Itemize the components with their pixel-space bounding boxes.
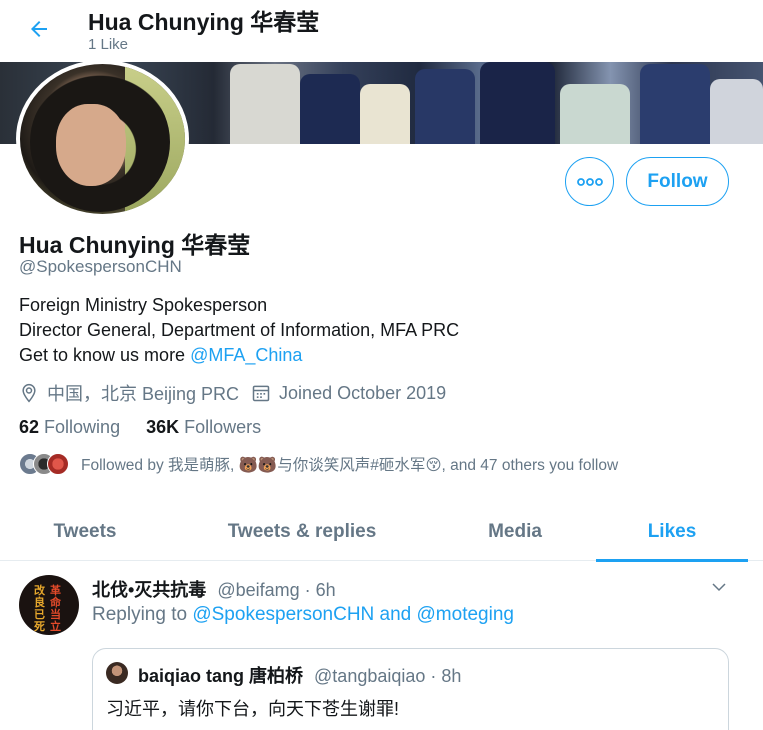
followers-link[interactable]: 36K Followers — [146, 417, 261, 438]
follow-button[interactable]: Follow — [626, 157, 729, 206]
quoted-author-handle: @tangbaiqiao — [314, 666, 426, 686]
following-count: 62 — [19, 417, 40, 437]
profile-meta: 中国，北京 Beijing PRC Joined October 2019 — [19, 380, 458, 406]
following-label: Following — [44, 417, 121, 437]
header-like-count: 1 Like — [88, 36, 129, 53]
followed-by[interactable]: Followed by 我是萌豚, 🐻🐻与你谈笑风声#砸水军😚, and 47 … — [19, 453, 618, 475]
tweet-header: 北伐•灭共抗毒 @beifamg · 6h — [92, 576, 336, 602]
replying-to-prefix: Replying to — [92, 604, 193, 625]
profile-header: Hua Chunying 华春莹 1 Like — [0, 0, 763, 62]
followers-count: 36K — [146, 417, 180, 437]
quoted-author-avatar — [106, 662, 128, 684]
bio-text: Get to know us more — [19, 345, 191, 365]
tweet-options-button[interactable] — [706, 574, 732, 600]
avatar — [47, 453, 69, 475]
tweet-time[interactable]: 6h — [316, 580, 336, 600]
tab-tweets[interactable]: Tweets — [0, 503, 170, 561]
followers-label: Followers — [184, 417, 262, 437]
location-pin-icon — [22, 383, 36, 403]
separator-dot: · — [430, 666, 442, 686]
tweet-author-name[interactable]: 北伐•灭共抗毒 — [92, 580, 206, 600]
more-icon — [576, 177, 603, 186]
bio-line: Get to know us more @MFA_China — [19, 343, 459, 368]
avatar-text: 良 — [34, 597, 45, 609]
avatar-text: 革 — [50, 585, 61, 597]
replying-to: Replying to @SpokespersonCHN and @motegi… — [92, 604, 514, 626]
followed-by-text: Followed by 我是萌豚, 🐻🐻与你谈笑风声#砸水军😚, and 47 … — [81, 457, 619, 474]
location-text: 中国，北京 Beijing PRC — [47, 384, 240, 404]
back-button[interactable] — [22, 12, 56, 46]
tweet-author-avatar[interactable]: 改 良 已 死 革 命 当 立 — [19, 575, 79, 635]
avatar-text: 立 — [50, 621, 61, 633]
tab-media[interactable]: Media — [434, 503, 596, 561]
tab-tweets-replies[interactable]: Tweets & replies — [170, 503, 434, 561]
liked-tweet[interactable]: 改 良 已 死 革 命 当 立 北伐•灭共抗毒 @beifamg · 6h Re… — [0, 562, 763, 730]
tweet-author-handle[interactable]: @beifamg — [217, 580, 299, 600]
header-title: Hua Chunying 华春莹 — [88, 9, 320, 35]
bio-line: Director General, Department of Informat… — [19, 320, 460, 340]
profile-tabs: Tweets Tweets & replies Media Likes — [0, 503, 763, 562]
avatar-text: 改 — [34, 585, 45, 597]
more-options-button[interactable] — [565, 157, 614, 206]
profile-joined: Joined October 2019 — [251, 383, 446, 404]
chevron-down-icon — [712, 583, 726, 592]
bio-line: Foreign Ministry Spokesperson — [19, 295, 268, 315]
quoted-tweet-header: baiqiao tang 唐柏桥 @tangbaiqiao · 8h — [138, 662, 461, 688]
quoted-tweet[interactable]: baiqiao tang 唐柏桥 @tangbaiqiao · 8h 习近平，请… — [92, 648, 729, 730]
quoted-tweet-time: 8h — [441, 666, 462, 686]
followers-you-know-avatars — [19, 453, 71, 475]
profile-location: 中国，北京 Beijing PRC — [19, 380, 239, 406]
follow-counts: 62 Following 36K Followers — [19, 417, 287, 438]
arrow-left-icon — [31, 21, 47, 37]
profile-bio: Foreign Ministry Spokesperson Director G… — [19, 293, 459, 368]
avatar-text: 已 — [34, 609, 45, 621]
avatar-text: 命 — [50, 597, 61, 609]
joined-text: Joined October 2019 — [279, 382, 447, 403]
avatar-text: 当 — [50, 609, 61, 621]
tab-likes[interactable]: Likes — [596, 503, 748, 562]
calendar-icon — [252, 385, 270, 402]
profile-name: Hua Chunying 华春莹 — [19, 232, 251, 258]
following-link[interactable]: 62 Following — [19, 417, 120, 438]
separator-dot: · — [304, 580, 316, 600]
quoted-author-name: baiqiao tang 唐柏桥 — [138, 666, 304, 686]
replying-to-links[interactable]: @SpokespersonCHN and @moteging — [192, 604, 514, 625]
quoted-tweet-text: 习近平，请你下台，向天下苍生谢罪! — [106, 699, 399, 719]
avatar-text: 死 — [34, 621, 45, 633]
bio-mention-link[interactable]: @MFA_China — [190, 345, 302, 365]
profile-handle: @SpokespersonCHN — [19, 257, 182, 276]
profile-avatar[interactable] — [16, 60, 189, 218]
